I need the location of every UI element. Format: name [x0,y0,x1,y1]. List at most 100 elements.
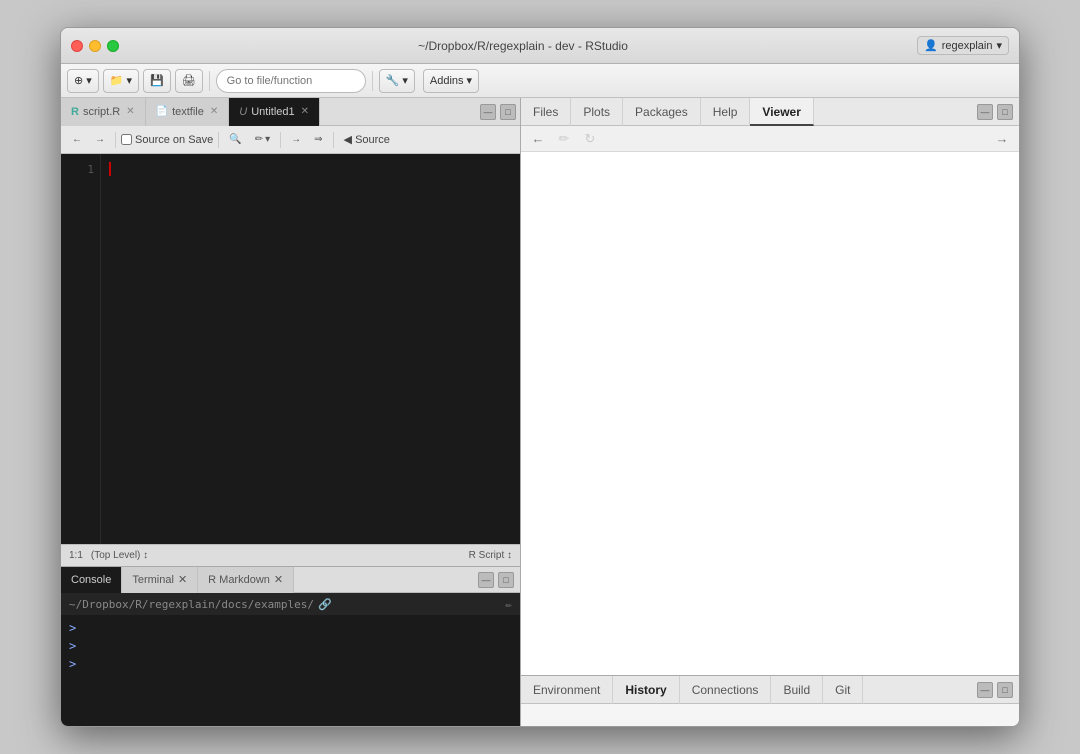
console-expand-button[interactable]: □ [498,572,514,588]
tools-button[interactable]: 🔧▾ [379,69,415,93]
console-collapse-button[interactable]: — [478,572,494,588]
console-path: ~/Dropbox/R/regexplain/docs/examples/ 🔗 … [61,593,520,615]
console-prompt-2: > [69,637,512,655]
separator-2 [372,71,373,91]
editor-code-button[interactable]: ✏▾ [250,130,275,150]
editor-area: 1 [61,154,520,544]
profile-label: regexplain [942,40,993,52]
tab-script-r[interactable]: R script.R ✕ [61,98,146,126]
viewer-edit-button[interactable]: ✏ [553,129,575,149]
ed-sep-2 [218,132,219,148]
right-bottom: Environment History Connections Build Gi… [521,676,1019,726]
tab-packages[interactable]: Packages [623,98,701,126]
viewer-expand-button[interactable]: □ [997,104,1013,120]
viewer-forward-icon: → [996,131,1009,146]
goto-file-input[interactable] [216,69,366,93]
environment-expand-button[interactable]: □ [997,682,1013,698]
environment-collapse-button[interactable]: — [977,682,993,698]
open-folder-icon: 📁 [110,74,124,87]
editor-expand-button[interactable]: □ [500,104,516,120]
rstudio-window: ~/Dropbox/R/regexplain - dev - RStudio 👤… [60,27,1020,727]
connections-tab-label: Connections [692,683,759,697]
tab-close-terminal[interactable]: ✕ [178,573,187,586]
plots-tab-label: Plots [583,105,610,119]
viewer-refresh-button[interactable]: ↻ [579,129,601,149]
back-icon: ← [72,134,82,145]
editor-run-all-button[interactable]: ⇒ [309,130,327,150]
forward-icon: → [95,134,105,145]
tab-close-script-r[interactable]: ✕ [126,106,134,117]
tab-label-script-r: script.R [83,106,120,118]
editor-run-button[interactable]: → [286,130,306,150]
console-area[interactable]: > > > [61,615,520,726]
git-tab-label: Git [835,683,850,697]
viewer-toolbar: ← ✏ ↻ → [521,126,1019,152]
source-on-save-text: Source on Save [135,134,213,146]
close-button[interactable] [71,40,83,52]
terminal-tab-label: Terminal [132,574,174,586]
tab-git[interactable]: Git [823,676,863,704]
tab-untitled1[interactable]: U Untitled1 ✕ [229,98,320,126]
editor-tab-controls: — □ [476,104,520,120]
right-top: Files Plots Packages Help Viewer [521,98,1019,676]
console-path-text: ~/Dropbox/R/regexplain/docs/examples/ [69,598,314,611]
environment-content [521,704,1019,726]
new-file-button[interactable]: ⊕▾ [67,69,99,93]
tab-console[interactable]: Console [61,567,122,593]
prompt-symbol-2: > [69,637,76,655]
editor-search-button[interactable]: 🔍 [224,130,246,150]
tab-help[interactable]: Help [701,98,751,126]
editor-content[interactable] [101,154,520,544]
tab-close-r-markdown[interactable]: ✕ [274,573,283,586]
addins-arrow: ▾ [467,74,473,87]
tab-history[interactable]: History [613,676,679,704]
editor-collapse-button[interactable]: — [480,104,496,120]
left-panel: R script.R ✕ 📄 textfile ✕ U Untitled1 ✕ … [61,98,521,726]
tab-icon-script-r: R [71,106,79,118]
editor-forward-button[interactable]: → [90,130,110,150]
tab-icon-textfile: 📄 [156,106,168,117]
tab-terminal[interactable]: Terminal ✕ [122,567,198,593]
print-button[interactable]: 🖨 [175,69,203,93]
tab-r-markdown[interactable]: R Markdown ✕ [198,567,294,593]
editor-back-button[interactable]: ← [67,130,87,150]
tab-build[interactable]: Build [771,676,823,704]
open-file-button[interactable]: 📁▾ [103,69,139,93]
prompt-symbol-3: > [69,655,76,673]
viewer-tab-bar: Files Plots Packages Help Viewer [521,98,1019,126]
editor-tab-bar: R script.R ✕ 📄 textfile ✕ U Untitled1 ✕ … [61,98,520,126]
console-edit-icon[interactable]: ✏ [505,598,512,611]
profile-icon: 👤 [924,39,938,52]
tab-plots[interactable]: Plots [571,98,623,126]
source-on-save-label[interactable]: Source on Save [121,134,213,146]
tab-environment[interactable]: Environment [521,676,613,704]
history-tab-label: History [625,683,666,697]
cursor-line [109,162,512,176]
tab-textfile[interactable]: 📄 textfile ✕ [146,98,230,126]
source-button[interactable]: ◀ Source [339,133,395,146]
maximize-button[interactable] [107,40,119,52]
text-cursor [109,162,111,176]
viewer-edit-icon: ✏ [559,131,570,147]
profile-badge[interactable]: 👤 regexplain ▾ [917,36,1009,55]
minimize-button[interactable] [89,40,101,52]
addins-button[interactable]: Addins ▾ [423,69,479,93]
save-all-button[interactable]: 💾 [143,69,171,93]
viewer-back-button[interactable]: ← [527,129,549,149]
tab-close-untitled1[interactable]: ✕ [301,106,309,117]
tab-close-textfile[interactable]: ✕ [210,106,218,117]
tab-connections[interactable]: Connections [680,676,772,704]
viewer-collapse-button[interactable]: — [977,104,993,120]
environment-tab-label: Environment [533,683,600,697]
source-on-save-checkbox[interactable] [121,134,132,145]
help-tab-label: Help [713,105,738,119]
r-markdown-tab-label: R Markdown [208,574,270,586]
right-panel: Files Plots Packages Help Viewer [521,98,1019,726]
viewer-forward-button[interactable]: → [991,129,1013,149]
editor-toolbar: ← → Source on Save 🔍 ✏▾ [61,126,520,154]
console-tab-label: Console [71,574,111,586]
tab-viewer[interactable]: Viewer [750,98,813,126]
cursor-position: 1:1 [69,550,83,561]
tab-files[interactable]: Files [521,98,571,126]
ed-sep-4 [333,132,334,148]
